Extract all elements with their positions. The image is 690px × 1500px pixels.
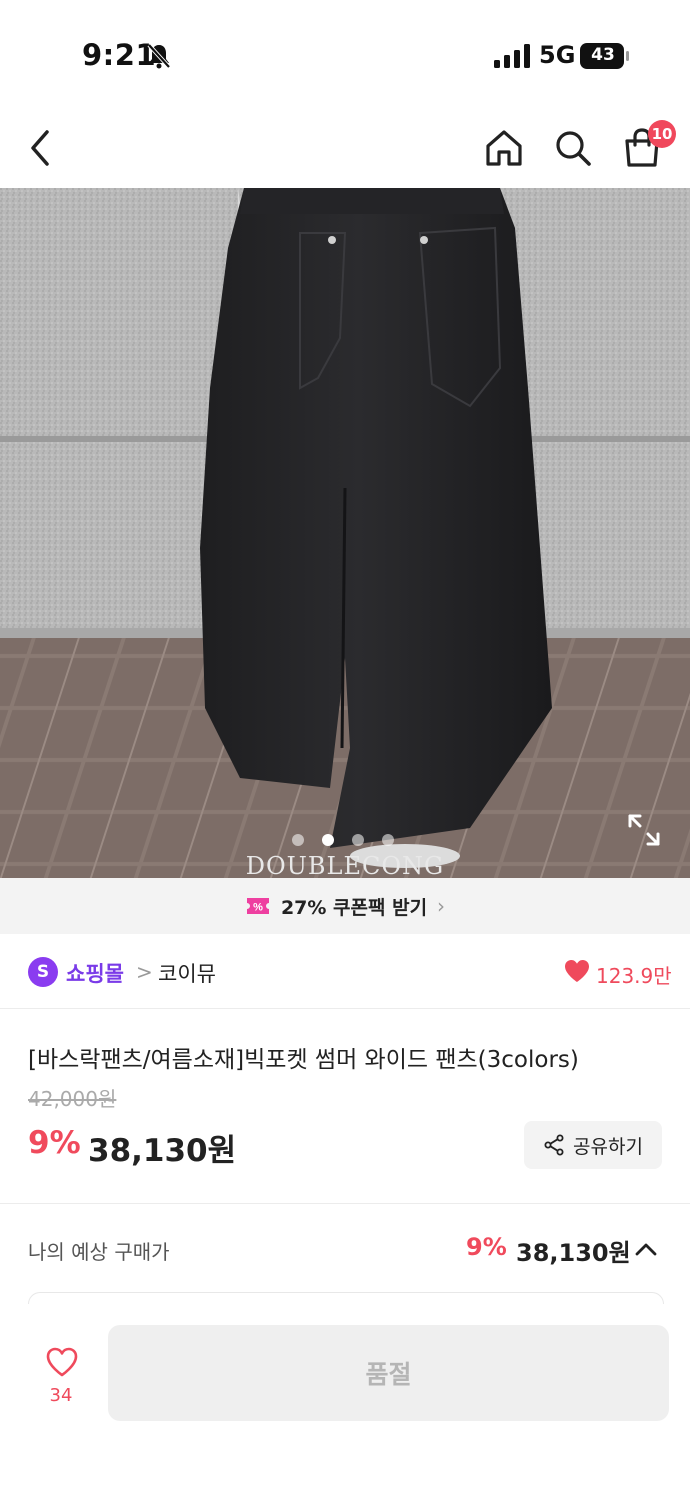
product-title: [바스락팬츠/여름소재]빅포켓 썸머 와이드 팬츠(3colors) [28,1047,579,1073]
coupon-banner[interactable]: % 27% 쿠폰팩 받기 › [0,878,690,934]
pagination-dot[interactable] [292,834,304,846]
brand-name-link[interactable]: 코이뮤 [158,958,216,988]
pagination-dot[interactable] [352,834,364,846]
chevron-up-icon[interactable] [632,1236,660,1264]
store-logo[interactable]: S [28,957,58,987]
divider [0,1203,690,1204]
search-icon [556,131,591,166]
signal-icon [494,44,530,68]
store-name-link[interactable]: 쇼핑몰 [66,958,124,988]
sale-price: 38,130원 [88,1133,237,1169]
watermark: DOUBLECONG [245,852,445,878]
battery-level: 43 [591,45,615,65]
chevron-right-icon: › [437,894,446,918]
coupon-text: 27% 쿠폰팩 받기 [280,896,428,919]
share-icon [544,1134,564,1156]
share-button[interactable]: 공유하기 [524,1121,662,1169]
expected-discount-rate: 9% [466,1233,507,1261]
image-pagination [292,832,402,848]
home-icon [486,130,522,166]
discount-rate: 9% [28,1125,81,1161]
heart-icon[interactable] [563,958,591,984]
pagination-dot-active[interactable] [322,834,334,846]
search-button[interactable] [545,120,601,176]
pagination-dot[interactable] [382,834,394,846]
product-image[interactable] [0,188,690,878]
svg-text:%: % [253,902,263,914]
expected-price: 38,130원 [516,1239,631,1267]
network-type: 5G [539,41,576,69]
share-label: 공유하기 [573,1135,643,1158]
wishlist-count: 34 [49,1385,73,1406]
coupon-icon: % [246,898,269,914]
cart-count-badge: 10 [648,120,676,148]
back-button[interactable] [12,120,68,176]
bell-muted-icon [147,43,171,69]
expected-price-label: 나의 예상 구매가 [28,1240,170,1264]
heart-outline-icon[interactable] [45,1346,79,1378]
original-price: 42,000원 [28,1087,117,1111]
product-photo [0,188,690,878]
expand-icon[interactable] [624,810,664,850]
sold-out-button[interactable]: 품절 [108,1325,669,1421]
chevron-left-icon [31,130,49,166]
breadcrumb-separator: > [136,960,153,984]
home-button[interactable] [476,120,532,176]
store-like-count: 123.9만 [596,964,672,988]
